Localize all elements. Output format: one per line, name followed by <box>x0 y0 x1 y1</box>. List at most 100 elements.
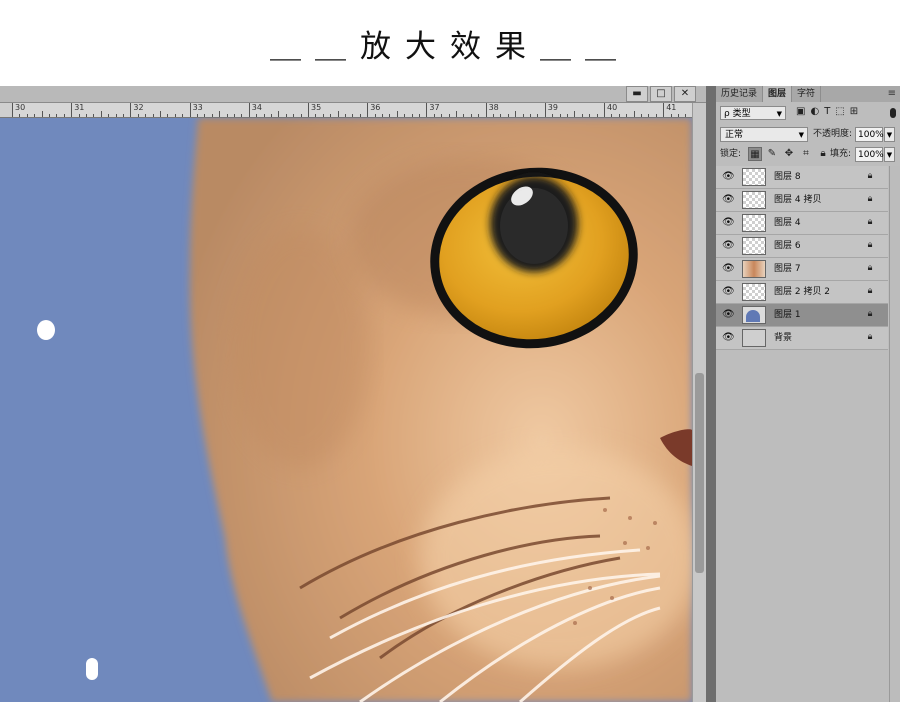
layer-row[interactable]: 👁︎ 图层 4 拷贝 🔒︎ <box>716 189 888 212</box>
ruler-minor-tick <box>641 114 642 117</box>
visibility-eye-icon[interactable]: 👁︎ <box>722 286 735 298</box>
image-canvas[interactable] <box>0 118 692 702</box>
visibility-eye-icon[interactable]: 👁︎ <box>722 309 735 321</box>
panel-tab[interactable]: 历史记录 <box>716 86 764 102</box>
lock-artboard-icon[interactable]: ⌗ <box>799 147 813 161</box>
lock-label: 锁定: <box>720 149 742 159</box>
smart-object-filter-icon[interactable]: ⊞ <box>850 106 858 117</box>
filter-row: ρ 类型 ▼ ▣ ◐ T ⬚ ⊞ <box>720 106 896 122</box>
filter-toggle[interactable] <box>890 108 896 118</box>
fill-field[interactable]: 100% <box>855 147 884 162</box>
ruler-minor-tick <box>152 114 154 117</box>
ruler-minor-tick <box>589 114 591 117</box>
window-controls: ▬ □ ✕ <box>626 86 696 102</box>
minimize-button[interactable]: ▬ <box>626 86 648 102</box>
layer-name[interactable]: 图层 4 <box>774 212 801 234</box>
ruler-label: 40 <box>607 103 618 112</box>
ruler-minor-tick <box>100 111 102 117</box>
ruler-minor-tick <box>86 114 87 117</box>
ruler-minor-tick <box>285 114 287 117</box>
layer-thumbnail <box>742 168 766 186</box>
ruler-minor-tick <box>123 114 124 117</box>
layer-name[interactable]: 图层 2 拷贝 2 <box>774 281 830 303</box>
ruler-minor-tick <box>300 114 302 117</box>
panel-tab[interactable]: 图层 <box>763 86 793 102</box>
document-window: ▬ □ ✕ 30 31 32 33 34 35 36 37 38 39 40 41 <box>0 86 707 702</box>
ruler-major-tick <box>12 103 13 117</box>
layer-thumbnail <box>742 260 766 278</box>
ruler-minor-tick <box>530 114 531 117</box>
layer-thumbnail <box>742 191 766 209</box>
layer-row[interactable]: 👁︎ 图层 7 🔒︎ <box>716 258 888 281</box>
layer-lock-icon: 🔒︎ <box>867 171 873 181</box>
panel-menu-icon[interactable]: ≡ <box>888 88 896 99</box>
ruler-label: 35 <box>311 103 322 112</box>
panel-tab[interactable]: 字符 <box>792 86 822 102</box>
layer-name[interactable]: 图层 8 <box>774 166 801 188</box>
ruler-minor-tick <box>359 114 361 117</box>
layer-name[interactable]: 图层 6 <box>774 235 801 257</box>
ruler-minor-tick <box>160 111 161 117</box>
visibility-eye-icon[interactable]: 👁︎ <box>722 240 735 252</box>
fill-dropdown-icon[interactable]: ▼ <box>884 147 895 162</box>
ruler-major-tick <box>485 103 487 117</box>
close-button[interactable]: ✕ <box>674 86 696 102</box>
panel-divider[interactable] <box>706 86 716 702</box>
visibility-eye-icon[interactable]: 👁︎ <box>722 217 735 229</box>
layers-list: 👁︎ 图层 8 🔒︎ 👁︎ 图层 4 拷贝 🔒︎ 👁︎ 图层 4 🔒︎ 👁︎ 图层 6 🔒︎ 👁︎ 图层 … <box>716 166 888 350</box>
layer-thumbnail <box>742 237 766 255</box>
layer-row[interactable]: 👁︎ 图层 8 🔒︎ <box>716 166 888 189</box>
ruler-minor-tick <box>337 111 339 117</box>
layer-row[interactable]: 👁︎ 背景 🔒︎ <box>716 327 888 350</box>
ruler-minor-tick <box>211 114 213 117</box>
blend-row: 正常 ▼ 不透明度: 100% ▼ <box>720 127 896 143</box>
layer-row[interactable]: 👁︎ 图层 1 🔒︎ <box>716 304 888 327</box>
scrollbar-thumb[interactable] <box>695 373 704 573</box>
layer-row[interactable]: 👁︎ 图层 4 🔒︎ <box>716 212 888 235</box>
layer-row[interactable]: 👁︎ 图层 2 拷贝 2 🔒︎ <box>716 281 888 304</box>
ruler-minor-tick <box>219 111 221 117</box>
lock-position-icon[interactable]: ✥ <box>782 147 796 161</box>
layer-row[interactable]: 👁︎ 图层 6 🔒︎ <box>716 235 888 258</box>
ruler-minor-tick <box>167 114 169 117</box>
pixel-filter-icon[interactable]: ▣ <box>796 106 805 117</box>
ruler-minor-tick <box>115 114 117 117</box>
type-filter-icon[interactable]: T <box>824 106 830 117</box>
layer-name[interactable]: 图层 1 <box>774 304 801 326</box>
layers-scrollbar[interactable] <box>889 166 900 702</box>
ruler-minor-tick <box>330 114 332 117</box>
layer-name[interactable]: 背景 <box>774 327 792 349</box>
visibility-eye-icon[interactable]: 👁︎ <box>722 171 735 183</box>
layer-name[interactable]: 图层 7 <box>774 258 801 280</box>
ruler-minor-tick <box>374 114 376 117</box>
visibility-eye-icon[interactable]: 👁︎ <box>722 263 735 275</box>
lock-transparent-icon[interactable]: ▦ <box>748 147 762 161</box>
ruler-minor-tick <box>226 114 228 117</box>
ruler-minor-tick <box>345 114 346 117</box>
shape-filter-icon[interactable]: ⬚ <box>835 106 844 117</box>
vertical-scrollbar[interactable] <box>692 103 707 702</box>
horizontal-ruler[interactable]: 30 31 32 33 34 35 36 37 38 39 40 41 <box>0 103 694 118</box>
ruler-minor-tick <box>182 114 184 117</box>
ruler-minor-tick <box>478 114 480 117</box>
ruler-label: 31 <box>74 103 85 112</box>
opacity-dropdown-icon[interactable]: ▼ <box>884 127 895 142</box>
lock-all-icon[interactable]: 🔒︎ <box>816 147 830 161</box>
ruler-major-tick <box>130 103 132 117</box>
blend-mode-select[interactable]: 正常 ▼ <box>720 127 808 142</box>
opacity-field[interactable]: 100% <box>855 127 884 142</box>
ruler-minor-tick <box>655 114 657 117</box>
layer-name[interactable]: 图层 4 拷贝 <box>774 189 821 211</box>
kind-filter-select[interactable]: ρ 类型 ▼ <box>720 106 786 120</box>
ruler-minor-tick <box>78 114 80 117</box>
ruler-minor-tick <box>93 114 95 117</box>
layer-thumbnail <box>742 283 766 301</box>
ruler-minor-tick <box>581 114 583 117</box>
adjustment-filter-icon[interactable]: ◐ <box>810 106 819 117</box>
visibility-eye-icon[interactable]: 👁︎ <box>722 194 735 206</box>
lock-paint-icon[interactable]: ✎ <box>765 147 779 161</box>
ruler-minor-tick <box>404 114 406 117</box>
maximize-button[interactable]: □ <box>650 86 672 102</box>
visibility-eye-icon[interactable]: 👁︎ <box>722 332 735 344</box>
ruler-minor-tick <box>441 114 443 117</box>
